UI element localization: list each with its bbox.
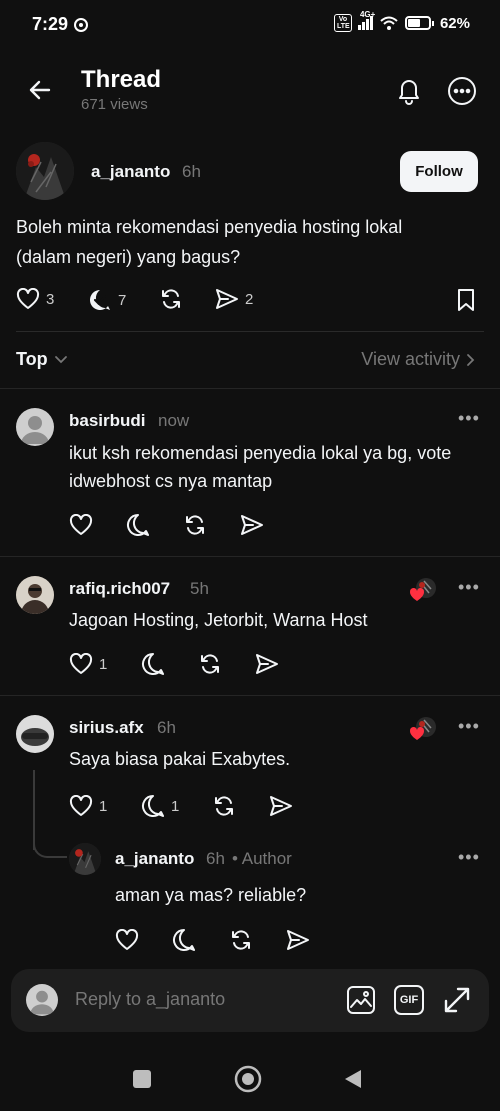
reply-more-icon[interactable]: •••: [458, 577, 480, 598]
reply-actions: [115, 928, 310, 952]
bell-icon[interactable]: [395, 76, 423, 106]
reply-text: Jagoan Hosting, Jetorbit, Warna Host: [69, 610, 368, 630]
expand-icon[interactable]: [442, 985, 472, 1015]
reply-username[interactable]: a_jananto: [115, 849, 194, 869]
heart-icon: [69, 653, 93, 674]
avatar: [26, 984, 58, 1016]
post-username[interactable]: a_jananto: [91, 162, 170, 182]
wifi-icon: [379, 15, 399, 31]
avatar[interactable]: [16, 142, 74, 200]
reply-text: ikut ksh rekomendasi penyedia lokal ya b…: [69, 443, 452, 491]
divider: [0, 695, 500, 696]
replied-check-icon: [90, 290, 110, 310]
heart-icon[interactable]: [69, 514, 93, 536]
reply-icon[interactable]: [141, 652, 165, 676]
sort-dropdown[interactable]: Top: [16, 349, 68, 370]
reply-text: Saya biasa pakai Exabytes.: [69, 749, 291, 769]
signal-icon: 4G+: [357, 10, 375, 30]
post-time: 6h: [182, 162, 201, 181]
heart-icon[interactable]: [115, 929, 139, 951]
repost-button[interactable]: [159, 287, 183, 311]
view-activity-link[interactable]: View activity: [361, 349, 476, 370]
reply-username[interactable]: rafiq.rich007: [69, 579, 170, 599]
reply-username[interactable]: sirius.afx: [69, 718, 144, 738]
reply-time: 5h: [190, 579, 209, 598]
bookmark-icon: [458, 289, 474, 311]
share-icon[interactable]: [286, 929, 310, 951]
reply-more-icon[interactable]: •••: [458, 716, 480, 737]
repost-icon[interactable]: [198, 652, 222, 676]
reply-more-icon[interactable]: •••: [458, 847, 480, 868]
chevron-down-icon: [54, 355, 67, 363]
home-button[interactable]: [234, 1065, 262, 1093]
chevron-right-icon: [467, 353, 475, 366]
follow-button[interactable]: Follow: [400, 151, 478, 192]
more-icon[interactable]: [447, 76, 477, 106]
like-count: 1: [99, 655, 108, 673]
like-count: 3: [46, 290, 55, 308]
reply-username[interactable]: basirbudi: [69, 411, 146, 431]
reply-button[interactable]: 7: [88, 288, 126, 312]
repost-icon: [162, 289, 180, 309]
reply-actions: [69, 513, 264, 537]
reply-actions: 1 1: [69, 794, 293, 818]
bookmark-button[interactable]: [456, 288, 476, 312]
share-icon[interactable]: [240, 514, 264, 536]
avatar[interactable]: [16, 576, 54, 614]
reply-icon[interactable]: [172, 928, 196, 952]
sort-label: Top: [16, 349, 48, 369]
like-count: 1: [99, 797, 108, 815]
divider: [0, 388, 500, 389]
like-button[interactable]: 3: [16, 288, 54, 310]
reply-time: 6h: [157, 718, 176, 737]
reply-input[interactable]: Reply to a_jananto: [75, 989, 225, 1010]
recent-apps-button[interactable]: [133, 1070, 151, 1088]
page-title: Thread: [81, 66, 162, 93]
liked-by-author-badge: [409, 716, 437, 740]
reply-button[interactable]: 1: [141, 794, 212, 818]
divider: [16, 331, 484, 332]
author-tag: • Author: [232, 849, 292, 868]
repost-icon[interactable]: [212, 794, 236, 818]
volte-badge: Vo LTE: [333, 14, 352, 32]
like-button[interactable]: 1: [69, 653, 141, 675]
reply-icon: [142, 795, 164, 817]
like-button[interactable]: 1: [69, 795, 141, 817]
divider: [0, 556, 500, 557]
avatar[interactable]: [16, 408, 54, 446]
back-button[interactable]: [343, 1068, 363, 1090]
heart-icon: [69, 795, 93, 816]
view-count: 671 views: [81, 96, 148, 113]
reply-time: 6h: [206, 849, 225, 868]
share-icon[interactable]: [255, 653, 279, 675]
heart-icon: [16, 288, 40, 309]
battery-percent: 62%: [439, 14, 470, 32]
avatar[interactable]: [69, 843, 101, 875]
back-arrow-icon[interactable]: [27, 77, 53, 103]
status-time: 7:29: [32, 14, 69, 34]
share-icon: [216, 289, 238, 309]
reply-count: 7: [118, 291, 127, 309]
reply-icon[interactable]: [126, 513, 150, 537]
share-icon[interactable]: [269, 795, 293, 817]
battery-icon: [404, 16, 434, 30]
share-button[interactable]: 2: [215, 288, 253, 310]
repost-icon[interactable]: [183, 513, 207, 537]
gif-icon[interactable]: GIF: [394, 985, 424, 1015]
reply-actions: 1: [69, 652, 279, 676]
image-icon[interactable]: [346, 985, 376, 1015]
post-text: Boleh minta rekomendasi penyedia hosting…: [16, 217, 403, 267]
avatar[interactable]: [16, 715, 54, 753]
status-icons: Vo LTE 4G+ 62%: [333, 10, 470, 32]
repost-icon[interactable]: [229, 928, 253, 952]
share-count: 2: [245, 290, 254, 308]
reply-text: aman ya mas? reliable?: [115, 885, 307, 905]
view-activity-label: View activity: [361, 349, 460, 369]
reply-count: 1: [171, 797, 180, 815]
reply-time: now: [158, 411, 190, 430]
thread-connector-curve: [33, 838, 67, 858]
reply-more-icon[interactable]: •••: [458, 408, 480, 429]
threads-status-icon: [73, 17, 89, 33]
liked-by-author-badge: [409, 577, 437, 601]
